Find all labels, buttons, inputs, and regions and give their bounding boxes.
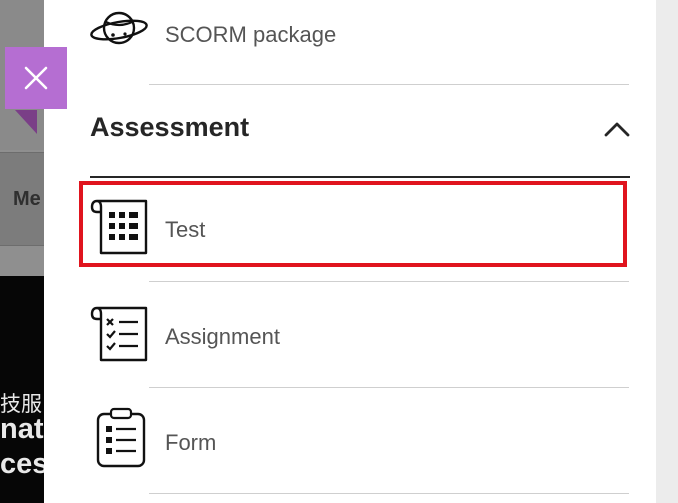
- background-text-line2: ces: [0, 448, 49, 480]
- menu-item-assignment[interactable]: Assignment: [44, 286, 656, 386]
- form-clipboard-icon: [96, 407, 146, 468]
- divider: [149, 84, 629, 85]
- scorm-globe-icon: [90, 11, 148, 45]
- divider: [149, 281, 629, 282]
- right-gutter: [656, 0, 678, 503]
- menu-item-label: SCORM package: [165, 22, 337, 47]
- purple-fold: [15, 110, 37, 134]
- background-menu-text: Me: [13, 188, 41, 210]
- menu-item-label: Form: [165, 430, 217, 455]
- menu-item-form[interactable]: Form: [44, 392, 656, 492]
- test-highlight-box: [79, 181, 627, 267]
- close-button[interactable]: [5, 47, 67, 109]
- section-rule: [90, 176, 630, 178]
- screen: Me 技服 nat ces SCORM package Assessment T…: [0, 0, 678, 503]
- menu-item-label: Assignment: [165, 324, 280, 349]
- divider: [149, 493, 629, 494]
- close-icon: [24, 66, 48, 90]
- background-text-line1: nat: [0, 413, 44, 445]
- chevron-up-icon[interactable]: [603, 120, 631, 138]
- divider: [149, 387, 629, 388]
- menu-item-scorm-package[interactable]: SCORM package: [44, 0, 656, 84]
- assignment-checklist-icon: [90, 306, 148, 362]
- section-title: Assessment: [90, 112, 250, 142]
